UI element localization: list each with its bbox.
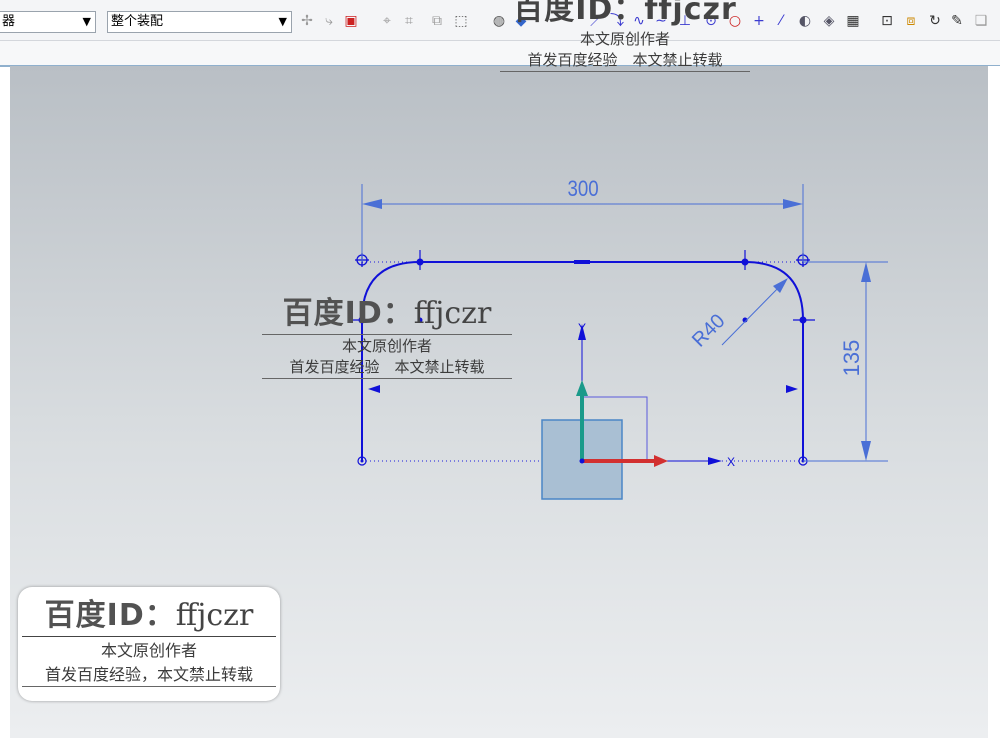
height-dimension-label[interactable]: 135 [839, 340, 864, 377]
watermark-bottom-line1: 本文原创作者 [100, 641, 197, 660]
dim-arrow-right [783, 199, 803, 209]
x-axis-arrow [708, 457, 722, 465]
x-axis-label: X [727, 455, 735, 469]
radius-dimension-label[interactable]: R40 [688, 310, 730, 352]
origin-point[interactable] [579, 458, 585, 464]
constraint-arrow-right [786, 385, 798, 393]
dim-arrow-left [362, 199, 382, 209]
watermark-bottom-line2: 首发百度经验，本文禁止转载 [22, 661, 276, 687]
wcs-z-arrow [576, 380, 588, 396]
y-axis-label: Y [578, 321, 586, 335]
watermark-middle-line1: 本文原创作者 [341, 337, 432, 355]
radius-leader[interactable] [721, 279, 787, 346]
watermark-middle-brand: 百度ID： [282, 296, 414, 331]
endpoint-dot [360, 459, 364, 463]
width-dimension-label[interactable]: 300 [568, 178, 599, 202]
watermark-top-id: 百度ID：ffjczr [513, 0, 737, 27]
watermark-middle: 百度ID：ffjczr 本文原创作者 首发百度经验 本文禁止转载 [262, 288, 512, 379]
watermark-bottom: 百度ID：ffjczr 本文原创作者 首发百度经验，本文禁止转载 [22, 590, 276, 687]
watermark-bottom-name: ffjczr [175, 598, 254, 633]
watermark-top-line2: 首发百度经验 本文禁止转载 [500, 49, 750, 72]
wcs-x-arrow [654, 455, 668, 467]
watermark-bottom-brand: 百度ID： [44, 598, 176, 633]
watermark-middle-line2: 首发百度经验 本文禁止转载 [262, 356, 512, 379]
watermark-top: 百度ID：ffjczr 本文原创作者 首发百度经验 本文禁止转载 [500, 0, 750, 72]
watermark-top-line1: 本文原创作者 [579, 30, 670, 48]
watermark-middle-name: ffjczr [413, 296, 492, 331]
dim-arrow-bottom [861, 441, 871, 461]
dim-arrow-top [861, 262, 871, 282]
constraint-arrow-left [368, 385, 380, 393]
